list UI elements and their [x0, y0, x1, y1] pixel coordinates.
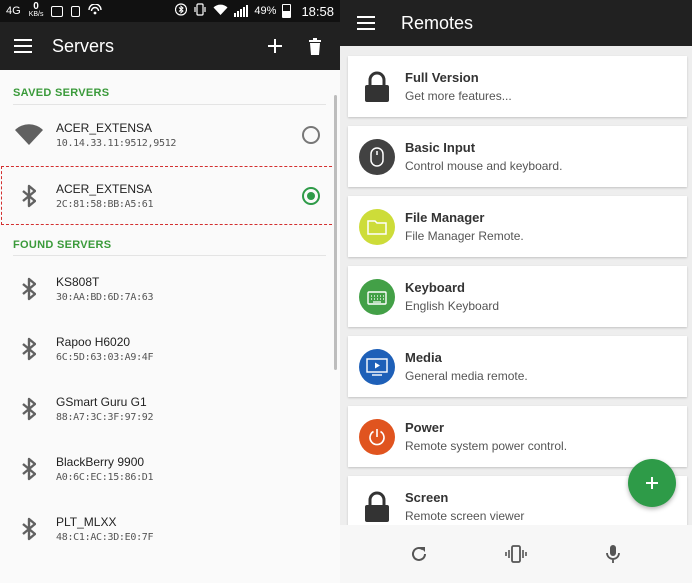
remote-card-power[interactable]: Power Remote system power control.	[348, 406, 687, 467]
bottom-bar	[340, 525, 692, 583]
server-address: A0:6C:EC:15:86:D1	[56, 472, 154, 483]
plus-icon	[646, 477, 658, 489]
saved-server-row-selected[interactable]: ACER_EXTENSA 2C:81:58:BB:A5:61	[0, 166, 340, 225]
saved-servers-header: SAVED SERVERS	[13, 87, 110, 99]
wifi-status-icon	[213, 4, 228, 19]
server-name: ACER_EXTENSA	[56, 181, 153, 196]
plus-icon	[268, 39, 282, 53]
lock-icon	[359, 69, 395, 105]
found-servers-header: FOUND SERVERS	[13, 239, 112, 251]
remote-name: Basic Input	[405, 140, 476, 155]
delete-button[interactable]	[304, 35, 326, 57]
remotes-screen: Remotes Full Version Get more features..…	[340, 0, 692, 583]
found-server-row[interactable]: KS808T 30:AA:BD:6D:7A:63	[0, 259, 340, 319]
server-address: 2C:81:58:BB:A5:61	[56, 198, 154, 210]
servers-app-bar: Servers	[0, 22, 340, 70]
mic-button[interactable]	[599, 540, 627, 568]
remote-card-file-manager[interactable]: File Manager File Manager Remote.	[348, 196, 687, 257]
found-server-row[interactable]: Rapoo H6020 6C:5D:63:03:A9:4F	[0, 319, 340, 379]
mic-icon	[606, 545, 621, 563]
notification-icon	[71, 5, 81, 17]
bluetooth-icon	[22, 517, 36, 541]
power-icon	[359, 418, 395, 455]
vibrate-button[interactable]	[502, 540, 530, 568]
found-server-row[interactable]: BlackBerry 9900 A0:6C:EC:15:86:D1	[0, 439, 340, 499]
media-icon	[359, 348, 395, 385]
hotspot-icon	[88, 2, 103, 19]
found-server-row[interactable]: GSmart Guru G1 88:A7:3C:3F:97:92	[0, 379, 340, 439]
remote-card-media[interactable]: Media General media remote.	[348, 336, 687, 397]
wifi-icon	[15, 123, 43, 145]
bluetooth-icon	[22, 457, 36, 481]
clock: 18:58	[301, 3, 334, 19]
add-remote-fab[interactable]	[628, 459, 676, 507]
remote-name: Full Version	[405, 70, 479, 85]
remotes-app-bar: Remotes	[340, 0, 692, 46]
refresh-icon	[411, 546, 426, 561]
bluetooth-icon	[22, 397, 36, 421]
carrier-label: 4G	[6, 5, 21, 17]
page-title: Servers	[52, 35, 115, 56]
remote-description: Remote system power control.	[405, 439, 568, 453]
server-radio[interactable]	[302, 125, 320, 144]
remote-name: Power	[405, 420, 445, 435]
gallery-icon	[51, 5, 64, 17]
remote-description: Remote screen viewer	[405, 509, 525, 523]
menu-icon[interactable]	[14, 39, 32, 53]
menu-icon[interactable]	[357, 16, 375, 30]
bluetooth-icon	[22, 184, 36, 207]
bluetooth-icon	[22, 277, 36, 301]
server-address: 48:C1:AC:3D:E0:7F	[56, 532, 154, 543]
server-name: Rapoo H6020	[56, 335, 131, 349]
remote-card-full-version[interactable]: Full Version Get more features...	[348, 56, 687, 117]
bluetooth-icon	[22, 337, 36, 361]
trash-icon	[309, 37, 321, 55]
server-name: GSmart Guru G1	[56, 395, 147, 409]
remote-name: File Manager	[405, 210, 485, 225]
server-address: 10.14.33.11:9512,9512	[56, 137, 177, 149]
remote-description: General media remote.	[405, 369, 528, 383]
server-radio-selected[interactable]	[302, 186, 320, 205]
remote-name: Media	[405, 350, 442, 365]
bluetooth-status-icon	[175, 3, 188, 19]
remote-description: English Keyboard	[405, 299, 500, 313]
servers-screen: 4G 0 KB/s 49% 18:58 Servers SAVED SERVER…	[0, 0, 340, 583]
server-name: BlackBerry 9900	[56, 455, 145, 469]
keyboard-icon	[359, 278, 395, 315]
battery-icon	[282, 4, 292, 18]
remote-name: Keyboard	[405, 280, 465, 295]
server-address: 30:AA:BD:6D:7A:63	[56, 292, 154, 303]
status-bar: 4G 0 KB/s 49% 18:58	[0, 0, 340, 22]
refresh-button[interactable]	[405, 540, 433, 568]
network-speed: 0 KB/s	[28, 1, 44, 19]
found-server-row[interactable]: PLT_MLXX 48:C1:AC:3D:E0:7F	[0, 499, 340, 559]
server-name: KS808T	[56, 275, 100, 289]
vibrate-status-icon	[193, 3, 207, 19]
server-address: 6C:5D:63:03:A9:4F	[56, 352, 154, 363]
remote-description: Get more features...	[405, 89, 512, 103]
scrollbar[interactable]	[334, 95, 337, 370]
server-name: ACER_EXTENSA	[56, 120, 153, 135]
remote-card-basic-input[interactable]: Basic Input Control mouse and keyboard.	[348, 126, 687, 187]
page-title: Remotes	[401, 12, 474, 33]
server-address: 88:A7:3C:3F:97:92	[56, 412, 154, 423]
server-name: PLT_MLXX	[56, 515, 117, 529]
remote-description: Control mouse and keyboard.	[405, 159, 563, 173]
vibrate-icon	[505, 545, 527, 563]
mouse-icon	[359, 138, 395, 175]
remote-card-keyboard[interactable]: Keyboard English Keyboard	[348, 266, 687, 327]
remote-name: Screen	[405, 490, 449, 505]
signal-icon	[234, 5, 249, 17]
battery-percent: 49%	[254, 5, 277, 17]
lock-icon	[359, 489, 395, 525]
add-server-button[interactable]	[264, 35, 286, 57]
saved-server-row[interactable]: ACER_EXTENSA 10.14.33.11:9512,9512	[0, 105, 340, 164]
folder-icon	[359, 208, 395, 245]
divider	[13, 255, 326, 256]
remote-description: File Manager Remote.	[405, 229, 524, 243]
